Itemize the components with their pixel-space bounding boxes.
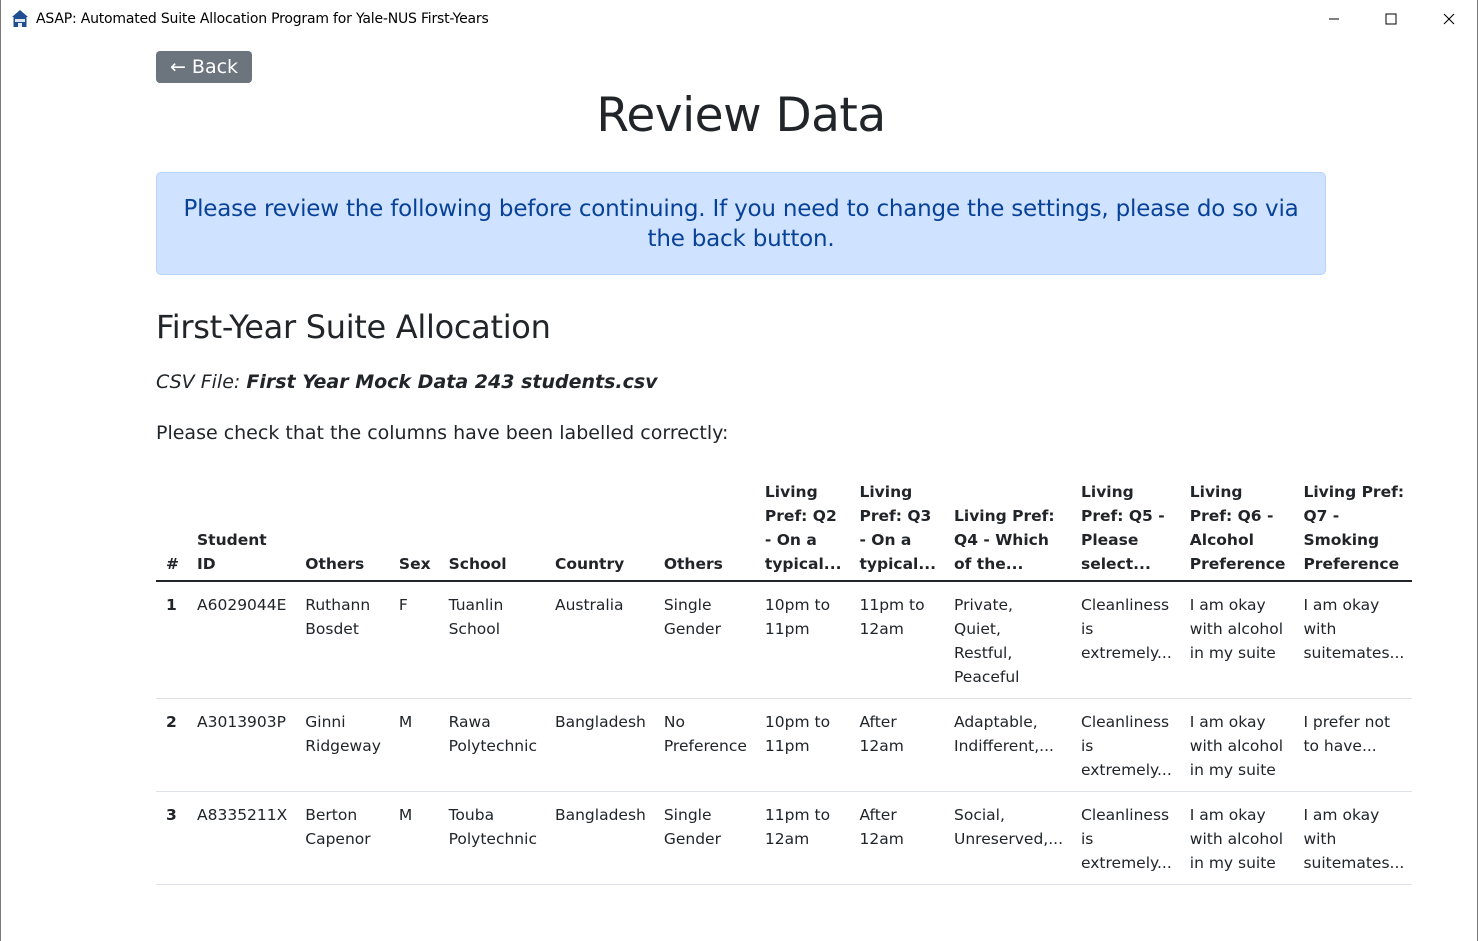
table-cell: Berton Capenor — [295, 791, 389, 885]
table-cell: Tuanlin School — [438, 581, 545, 699]
column-header: Sex — [388, 476, 439, 582]
table-cell: I am okay with suitemates... — [1293, 791, 1413, 885]
table-cell: M — [388, 791, 439, 885]
table-row: 1 A6029044E Ruthann Bosdet F Tuanlin Sch… — [156, 581, 1413, 699]
page-title: Review Data — [596, 88, 886, 143]
csv-label: CSV File: — [156, 371, 247, 393]
table-cell: A3013903P — [187, 698, 296, 792]
column-header: Living Pref: Q2 - On a typical... — [754, 476, 850, 582]
table-cell: A8335211X — [187, 791, 296, 885]
table-row: 3 A8335211X Berton Capenor M Touba Polyt… — [156, 791, 1413, 885]
table-cell: Ginni Ridgeway — [295, 698, 389, 792]
house-icon — [11, 9, 29, 29]
title-bar[interactable]: ASAP: Automated Suite Allocation Program… — [1, 0, 1477, 38]
table-cell: I am okay with alcohol in my suite — [1179, 581, 1294, 699]
column-header: Living Pref: Q5 - Please select... — [1071, 476, 1180, 582]
table-cell: M — [388, 698, 439, 792]
check-instructions: Please check that the columns have been … — [156, 422, 729, 444]
table-cell: Single Gender — [653, 581, 755, 699]
table-cell: After 12am — [849, 698, 945, 792]
table-cell: F — [388, 581, 439, 699]
table-cell: Single Gender — [653, 791, 755, 885]
table-cell: 11pm to 12am — [849, 581, 945, 699]
column-header: Others — [295, 476, 389, 582]
maximize-button[interactable] — [1362, 0, 1420, 38]
table-cell: I prefer not to have... — [1293, 698, 1413, 792]
column-header: Living Pref: Q6 - Alcohol Preference — [1179, 476, 1294, 582]
row-index: 1 — [156, 581, 187, 699]
back-button[interactable]: ← Back — [156, 51, 252, 83]
table-cell: Cleanliness is extremely... — [1071, 698, 1180, 792]
table-row: 2 A3013903P Ginni Ridgeway M Rawa Polyte… — [156, 698, 1413, 792]
column-header: Living Pref: Q3 - On a typical... — [849, 476, 945, 582]
table-cell: Social, Unreserved,... — [944, 791, 1071, 885]
column-header: Student ID — [187, 476, 296, 582]
csv-filename: First Year Mock Data 243 students.csv — [246, 371, 658, 393]
table-header-row: # Student ID Others Sex School Country O… — [156, 476, 1413, 582]
table-cell: Cleanliness is extremely... — [1071, 581, 1180, 699]
table-cell: Ruthann Bosdet — [295, 581, 389, 699]
table-cell: 10pm to 11pm — [754, 698, 850, 792]
table-cell: A6029044E — [187, 581, 296, 699]
table-cell: Cleanliness is extremely... — [1071, 791, 1180, 885]
table-cell: Private, Quiet, Restful, Peaceful — [944, 581, 1071, 699]
close-icon — [1443, 10, 1455, 29]
info-alert: Please review the following before conti… — [156, 172, 1326, 275]
csv-file-line: CSV File: First Year Mock Data 243 stude… — [156, 371, 658, 393]
table-cell: Touba Polytechnic — [438, 791, 545, 885]
alert-text: Please review the following before conti… — [183, 196, 1299, 252]
maximize-icon — [1385, 10, 1397, 29]
window-title: ASAP: Automated Suite Allocation Program… — [36, 11, 489, 27]
column-header: Living Pref: Q7 - Smoking Preference — [1293, 476, 1413, 582]
table-cell: I am okay with alcohol in my suite — [1179, 791, 1294, 885]
row-index: 2 — [156, 698, 187, 792]
column-header: Living Pref: Q4 - Which of the... — [944, 476, 1071, 582]
column-header: # — [156, 476, 187, 582]
data-table-container: # Student ID Others Sex School Country O… — [156, 476, 1413, 885]
table-cell: Bangladesh — [544, 791, 654, 885]
table-cell: I am okay with alcohol in my suite — [1179, 698, 1294, 792]
table-cell: Adaptable, Indifferent,... — [944, 698, 1071, 792]
table-cell: 11pm to 12am — [754, 791, 850, 885]
minimize-button[interactable] — [1305, 0, 1363, 38]
table-cell: I am okay with suitemates... — [1293, 581, 1413, 699]
app-window: ASAP: Automated Suite Allocation Program… — [0, 0, 1478, 941]
table-cell: After 12am — [849, 791, 945, 885]
table-cell: Australia — [544, 581, 654, 699]
column-header: Country — [544, 476, 654, 582]
data-table: # Student ID Others Sex School Country O… — [156, 476, 1413, 885]
table-cell: 10pm to 11pm — [754, 581, 850, 699]
column-header: Others — [653, 476, 755, 582]
row-index: 3 — [156, 791, 187, 885]
section-title: First-Year Suite Allocation — [156, 308, 551, 346]
table-cell: No Preference — [653, 698, 755, 792]
table-cell: Rawa Polytechnic — [438, 698, 545, 792]
minimize-icon — [1328, 10, 1340, 29]
close-button[interactable] — [1420, 0, 1477, 38]
table-cell: Bangladesh — [544, 698, 654, 792]
column-header: School — [438, 476, 545, 582]
